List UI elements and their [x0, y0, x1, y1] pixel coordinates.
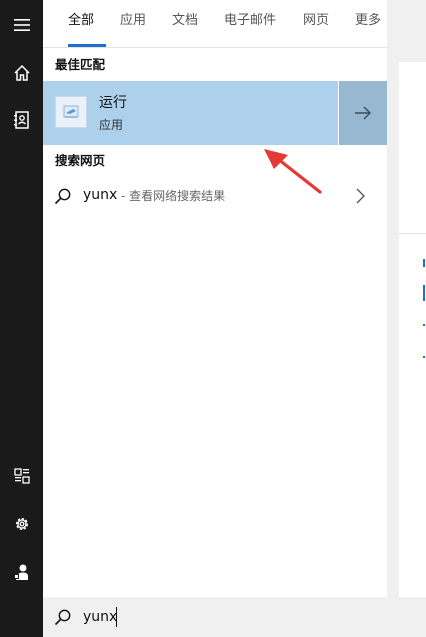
best-match-heading: 最佳匹配	[55, 57, 106, 72]
arrow-right-icon	[355, 106, 371, 120]
tab-all[interactable]: 全部	[68, 12, 94, 30]
home-button[interactable]	[0, 51, 43, 95]
tab-email[interactable]: 电子邮件	[224, 12, 276, 30]
search-results-panel: 全部 应用 文档 电子邮件 网页 更多 最佳匹配 运行 应用 搜索网页 yunx…	[43, 0, 398, 597]
web-search-query: yunx	[83, 187, 118, 203]
tab-more-label: 更多	[355, 13, 382, 28]
filter-tabs: 全部 应用 文档 电子邮件 网页 更多	[43, 0, 398, 48]
best-match-result[interactable]: 运行 应用	[43, 81, 338, 145]
tab-documents[interactable]: 文档	[172, 12, 198, 30]
hamburger-icon	[13, 19, 30, 31]
account-button[interactable]	[0, 550, 43, 594]
search-icon	[54, 188, 71, 205]
preview-divider	[399, 233, 426, 234]
preview-link-fragment	[423, 356, 425, 358]
preview-link-fragment	[423, 285, 425, 301]
preview-link-fragment	[423, 324, 425, 326]
annotation-arrow-icon	[264, 149, 322, 194]
settings-button[interactable]	[0, 502, 43, 546]
web-search-heading: 搜索网页	[55, 153, 106, 168]
notebook-button[interactable]	[0, 98, 43, 142]
best-match-type: 应用	[99, 118, 124, 132]
search-input[interactable]: yunx	[83, 608, 117, 626]
user-icon	[13, 564, 28, 580]
web-search-result[interactable]: yunx - 查看网络搜索结果	[43, 178, 387, 214]
search-icon	[54, 609, 71, 626]
preview-link-fragment	[423, 259, 425, 267]
start-rail	[0, 0, 43, 637]
preview-card	[399, 62, 426, 597]
open-arrow-button[interactable]	[339, 81, 387, 145]
text-caret	[116, 607, 117, 627]
tab-web[interactable]: 网页	[303, 12, 329, 30]
notebook-icon	[13, 111, 29, 129]
home-icon	[13, 64, 30, 81]
document-icon	[13, 468, 30, 484]
documents-button[interactable]	[0, 454, 43, 498]
run-app-icon	[55, 96, 87, 128]
preview-pane	[387, 0, 426, 597]
web-search-description: - 查看网络搜索结果	[121, 189, 226, 203]
gear-icon	[15, 518, 28, 530]
search-box[interactable]: yunx	[43, 597, 426, 637]
active-tab-indicator	[68, 44, 106, 47]
tab-apps[interactable]: 应用	[120, 12, 146, 30]
best-match-title: 运行	[99, 95, 127, 111]
chevron-right-icon	[356, 188, 365, 204]
hamburger-menu-button[interactable]	[0, 3, 43, 47]
